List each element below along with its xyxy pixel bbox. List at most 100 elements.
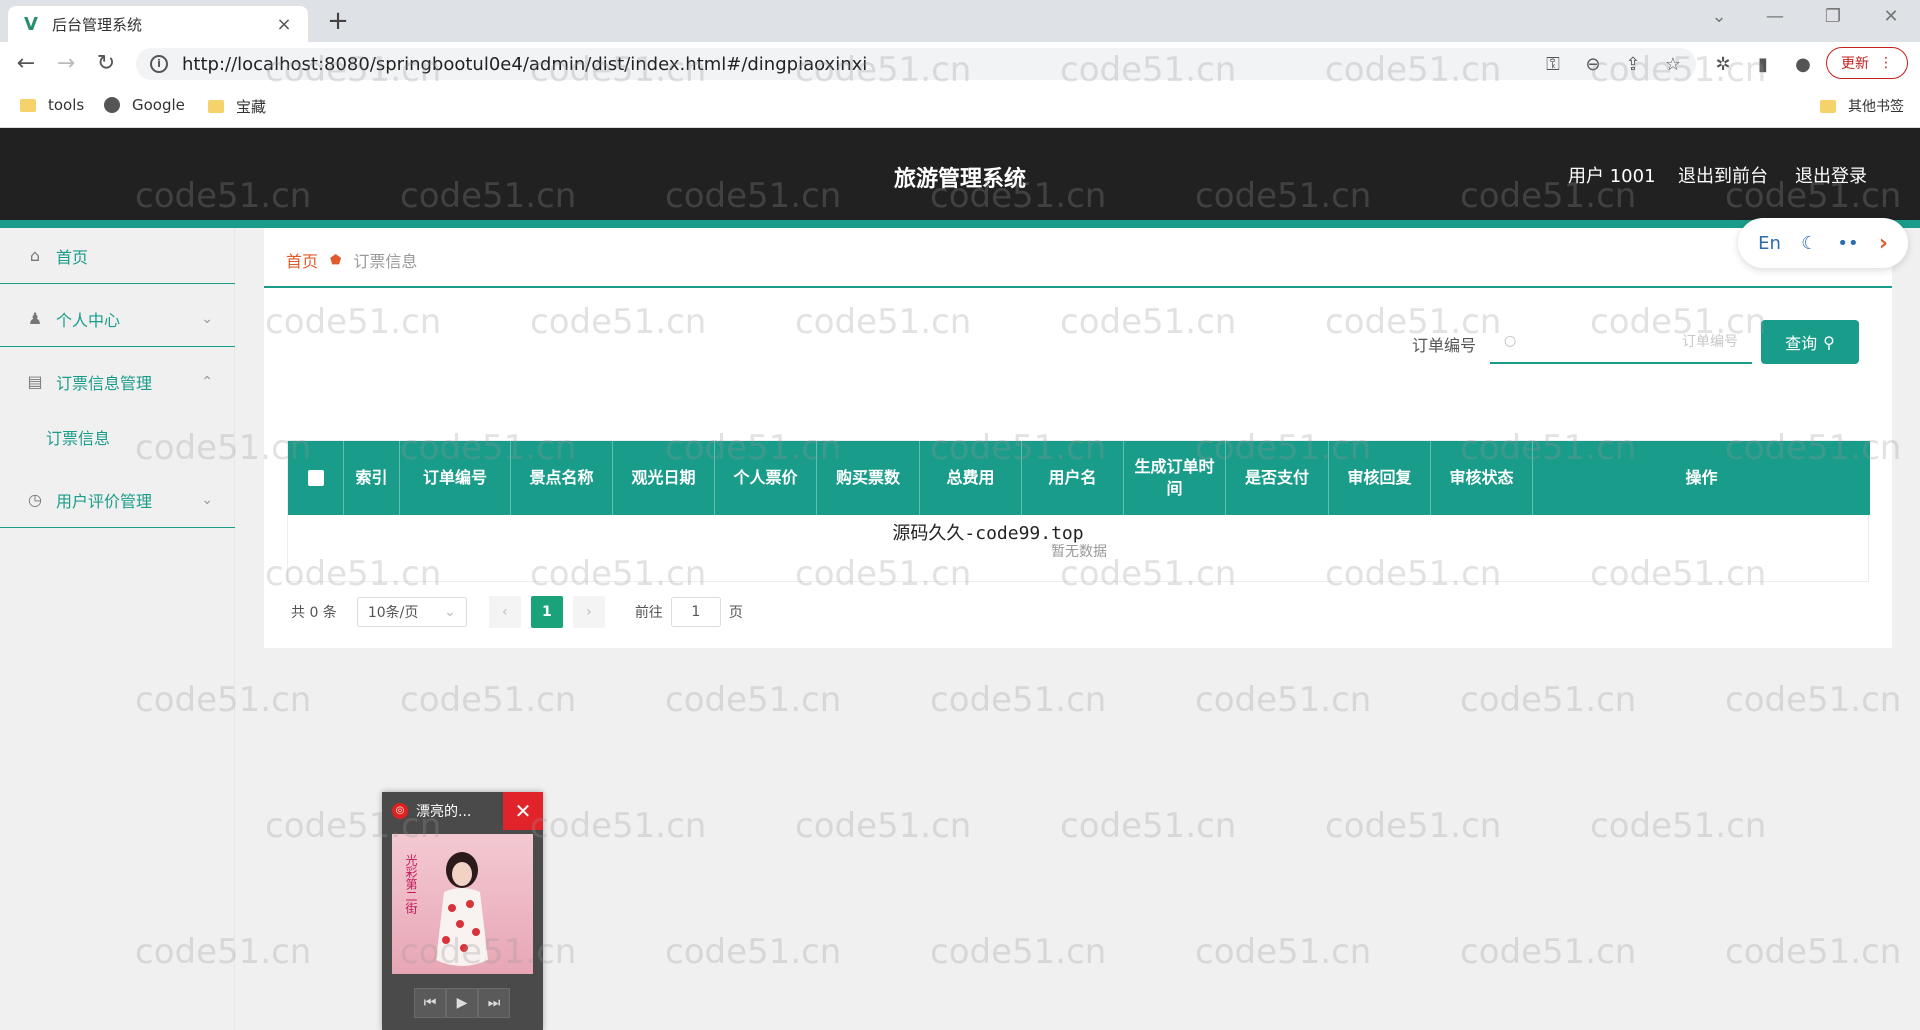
language-toolbar: En ☾ •• › bbox=[1738, 218, 1908, 268]
tab-search-icon[interactable]: ⌄ bbox=[1704, 6, 1734, 27]
column-header: 个人票价 bbox=[715, 441, 817, 515]
chevron-down-icon: ⌄ bbox=[201, 310, 213, 327]
folder-icon bbox=[208, 100, 224, 113]
extensions-icon[interactable]: ✲ bbox=[1712, 54, 1734, 76]
back-icon[interactable]: ← bbox=[12, 50, 40, 78]
update-label: 更新 bbox=[1841, 56, 1869, 72]
goto-label: 前往 bbox=[634, 605, 663, 621]
app-header: 旅游管理系统 用户 1001 退出到前台 退出登录 bbox=[0, 128, 1920, 220]
watermark-text: code51.cn bbox=[1725, 932, 1902, 972]
side-panel-icon[interactable]: ▮ bbox=[1752, 54, 1774, 76]
site-info-icon[interactable]: i bbox=[150, 55, 168, 73]
vue-logo-icon: V bbox=[24, 13, 38, 35]
tab-close-icon[interactable]: × bbox=[274, 14, 294, 35]
watermark-text: code51.cn bbox=[665, 932, 842, 972]
pagination: 共 0 条 10条/页 ⌄ ‹ 1 › 前往 1 页 bbox=[291, 596, 743, 628]
music-player: ◎ 漂亮的... ✕ 光彩第二街 ⏮ ▶ ⏭ bbox=[382, 792, 543, 1030]
bookmark-label: 宝藏 bbox=[236, 98, 267, 116]
play-icon[interactable]: ▶ bbox=[446, 988, 478, 1018]
table-header: 索引 订单编号 景点名称 观光日期 个人票价 购买票数 总费用 用户名 生成订单… bbox=[288, 441, 1870, 515]
folder-icon bbox=[20, 98, 36, 112]
tab-title: 后台管理系统 bbox=[52, 15, 143, 34]
column-header: 审核状态 bbox=[1431, 441, 1533, 515]
chevron-right-icon[interactable]: › bbox=[1879, 231, 1888, 256]
bookmark-label: Google bbox=[132, 96, 185, 114]
window-close-icon[interactable]: ✕ bbox=[1876, 6, 1906, 27]
query-button[interactable]: 查询 ⚲ bbox=[1761, 320, 1859, 364]
dots-icon[interactable]: •• bbox=[1837, 233, 1858, 254]
select-all-header[interactable] bbox=[288, 441, 344, 515]
other-bookmarks[interactable]: 其他书签 bbox=[1820, 96, 1904, 116]
page-size-select[interactable]: 10条/页 ⌄ bbox=[356, 597, 467, 627]
update-button[interactable]: 更新 ⋮ bbox=[1826, 47, 1908, 79]
column-header: 生成订单时间 bbox=[1124, 441, 1226, 515]
column-header: 观光日期 bbox=[613, 441, 715, 515]
album-cover-text: 光彩第二街 bbox=[404, 854, 418, 914]
sidebar-item-order-mgmt[interactable]: ▤ 订票信息管理 ⌃ bbox=[0, 354, 235, 410]
main-content: 首页 ⬟ 订票信息 订单编号 ○ 订单编号 查询 ⚲ 索引 订单编号 景点名称 … bbox=[264, 228, 1892, 648]
order-number-input[interactable]: ○ 订单编号 bbox=[1490, 320, 1752, 364]
reload-icon[interactable]: ↻ bbox=[92, 50, 120, 78]
browser-tab-bar: V 后台管理系统 × + ⌄ — ❐ ✕ bbox=[0, 0, 1920, 42]
page-number-current[interactable]: 1 bbox=[530, 596, 563, 628]
column-header: 购买票数 bbox=[817, 441, 920, 515]
breadcrumb-separator-icon: ⬟ bbox=[330, 252, 342, 268]
url-field[interactable]: i http://localhost:8080/springbootul0e4/… bbox=[136, 48, 1696, 80]
moon-icon[interactable]: ☾ bbox=[1801, 233, 1817, 254]
language-toggle[interactable]: En bbox=[1758, 233, 1781, 254]
query-button-label: 查询 bbox=[1785, 334, 1818, 353]
sidebar-item-label: 个人中心 bbox=[56, 310, 121, 330]
minimize-icon[interactable]: — bbox=[1760, 6, 1790, 27]
search-placeholder: 订单编号 bbox=[1682, 334, 1738, 350]
user-icon: ♟ bbox=[27, 308, 43, 328]
bookmark-treasure[interactable]: 宝藏 bbox=[208, 96, 266, 117]
home-icon: ⌂ bbox=[29, 245, 41, 265]
share-icon[interactable]: ⇪ bbox=[1622, 54, 1644, 76]
bookmark-tools[interactable]: tools bbox=[20, 96, 84, 114]
page-suffix: 页 bbox=[728, 605, 743, 621]
chevron-up-icon: ⌃ bbox=[201, 374, 213, 390]
sidebar-item-label: 订票信息 bbox=[46, 429, 111, 448]
prev-page-button[interactable]: ‹ bbox=[488, 596, 521, 628]
next-track-icon[interactable]: ⏭ bbox=[478, 988, 510, 1018]
back-to-front-link[interactable]: 退出到前台 bbox=[1678, 162, 1768, 188]
star-icon[interactable]: ☆ bbox=[1662, 54, 1684, 76]
bookmark-label: tools bbox=[48, 96, 85, 114]
chevron-down-icon: ⌄ bbox=[444, 604, 456, 620]
watermark-text: code51.cn bbox=[1060, 806, 1237, 846]
sidebar-item-home[interactable]: ⌂ 首页 bbox=[0, 228, 235, 284]
watermark-text: code51.cn bbox=[1590, 806, 1767, 846]
column-header: 景点名称 bbox=[511, 441, 613, 515]
watermark-text: code51.cn bbox=[1325, 806, 1502, 846]
forward-icon[interactable]: → bbox=[52, 50, 80, 78]
sidebar-item-label: 首页 bbox=[56, 247, 89, 267]
watermark-text: code51.cn bbox=[1460, 932, 1637, 972]
logout-link[interactable]: 退出登录 bbox=[1795, 162, 1867, 188]
zoom-icon[interactable]: ⊖ bbox=[1582, 54, 1604, 76]
page-size-value: 10条/页 bbox=[367, 605, 419, 621]
breadcrumb: 首页 ⬟ 订票信息 bbox=[286, 248, 417, 272]
address-bar: ← → ↻ i http://localhost:8080/springboot… bbox=[0, 42, 1920, 86]
browser-tab[interactable]: V 后台管理系统 × bbox=[8, 6, 308, 42]
column-header: 审核回复 bbox=[1329, 441, 1431, 515]
pagination-total: 共 0 条 bbox=[291, 605, 337, 621]
breadcrumb-home[interactable]: 首页 bbox=[286, 248, 318, 272]
sidebar-subitem-order-info[interactable]: 订票信息 bbox=[0, 412, 235, 462]
watermark-text: code51.cn bbox=[795, 806, 972, 846]
next-page-button[interactable]: › bbox=[572, 596, 605, 628]
goto-page-input[interactable]: 1 bbox=[670, 597, 721, 627]
restore-icon[interactable]: ❐ bbox=[1818, 6, 1848, 27]
sidebar-item-personal[interactable]: ♟ 个人中心 ⌄ bbox=[0, 291, 235, 347]
new-tab-button[interactable]: + bbox=[324, 8, 352, 36]
sidebar-item-review-mgmt[interactable]: ◷ 用户评价管理 ⌄ bbox=[0, 472, 235, 528]
watermark-text: code51.cn bbox=[1195, 932, 1372, 972]
player-close-button[interactable]: ✕ bbox=[503, 792, 543, 830]
select-all-checkbox[interactable] bbox=[307, 470, 324, 486]
watermark-text: code51.cn bbox=[930, 680, 1107, 720]
previous-track-icon[interactable]: ⏮ bbox=[414, 988, 446, 1018]
bookmark-google[interactable]: Google bbox=[104, 96, 185, 114]
column-header: 总费用 bbox=[920, 441, 1022, 515]
bookmark-label: 其他书签 bbox=[1848, 99, 1904, 115]
key-icon[interactable]: ⚿ bbox=[1542, 54, 1564, 76]
profile-icon[interactable]: ● bbox=[1792, 54, 1814, 76]
